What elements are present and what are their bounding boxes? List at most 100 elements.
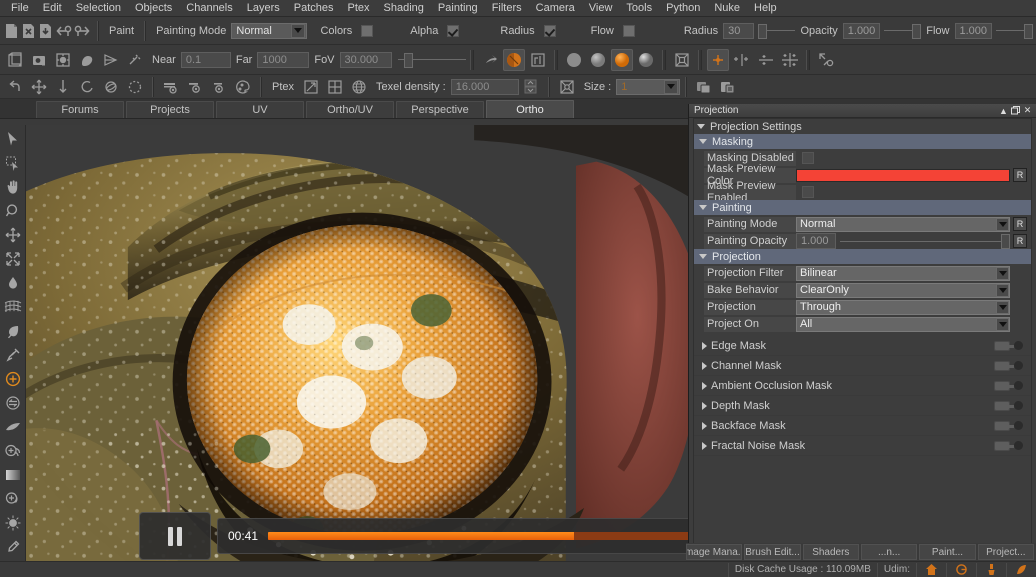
painting-mode-select[interactable]: Normal (231, 22, 308, 39)
mask-indicator-dot[interactable] (1014, 341, 1023, 350)
opacity-slider[interactable] (884, 23, 922, 39)
texel-density-input[interactable]: 16.000 (450, 78, 519, 95)
target-ptex-icon[interactable] (556, 76, 578, 98)
shading-solid-icon[interactable] (76, 49, 98, 71)
menu-item-painting[interactable]: Painting (431, 0, 485, 17)
marquee-select-icon[interactable] (1, 151, 25, 175)
sphere-shaded-icon[interactable] (635, 49, 657, 71)
snap-icon[interactable] (815, 49, 837, 71)
flat-plane-icon[interactable] (1, 415, 25, 439)
mask-toggle[interactable] (994, 380, 1014, 391)
fov-input[interactable]: 30.000 (339, 51, 392, 68)
eye-solo-icon[interactable] (208, 76, 230, 98)
bottom-tab-1[interactable]: Brush Edit... (744, 544, 801, 560)
export-icon[interactable] (74, 20, 91, 42)
projection-target-icon[interactable] (1, 367, 25, 391)
mask-indicator-dot[interactable] (1014, 421, 1023, 430)
drop-down-icon[interactable] (52, 76, 74, 98)
caret-right-icon[interactable] (702, 341, 707, 350)
lighting-icon[interactable] (124, 49, 146, 71)
blur-circle-icon[interactable] (1, 391, 25, 415)
near-input[interactable]: 0.1 (180, 51, 231, 68)
save-file-icon[interactable] (38, 20, 53, 42)
reset-button[interactable]: R (1013, 217, 1027, 231)
menu-item-objects[interactable]: Objects (128, 0, 179, 17)
colors-checkbox[interactable] (361, 24, 374, 37)
paint-orange-icon[interactable] (1006, 562, 1036, 577)
globe-icon[interactable] (348, 76, 370, 98)
eyedropper-icon[interactable] (1, 535, 25, 559)
tab-ortho-uv[interactable]: Ortho/UV (306, 101, 394, 118)
eye-hide-icon[interactable] (160, 76, 182, 98)
new-file-icon[interactable] (4, 20, 19, 42)
drip-smudge-icon[interactable] (1, 271, 25, 295)
orbit-icon[interactable] (100, 76, 122, 98)
caret-right-icon[interactable] (702, 441, 707, 450)
palette-icon[interactable] (232, 76, 254, 98)
caret-right-icon[interactable] (702, 381, 707, 390)
sphere-light-icon[interactable] (587, 49, 609, 71)
add-circle-icon[interactable] (1, 487, 25, 511)
bottom-tab-2[interactable]: Shaders (802, 544, 859, 560)
float-icon[interactable] (1010, 105, 1021, 116)
mask-row-depth-mask[interactable]: Depth Mask (694, 396, 1031, 416)
move-icon[interactable] (28, 76, 50, 98)
box-icon[interactable] (4, 49, 26, 71)
bottom-tab-5[interactable]: Project... (977, 544, 1034, 560)
grid-target-icon[interactable] (671, 49, 693, 71)
radius-slider[interactable] (757, 23, 796, 39)
cursor-select-icon[interactable] (479, 49, 501, 71)
bottom-tab-0[interactable]: Image Mana... (686, 544, 743, 560)
caret-right-icon[interactable] (702, 401, 707, 410)
stepper-icon[interactable] (520, 76, 542, 98)
symmetry-xy-icon[interactable] (779, 49, 801, 71)
camera-icon[interactable] (28, 49, 50, 71)
menu-item-ptex[interactable]: Ptex (341, 0, 377, 17)
mask-indicator-dot[interactable] (1014, 401, 1023, 410)
sphere-grey-icon[interactable] (563, 49, 585, 71)
slider-track[interactable] (840, 233, 1010, 249)
mask-indicator-dot[interactable] (1014, 441, 1023, 450)
clone-stamp-icon[interactable] (1, 439, 25, 463)
group-header-painting[interactable]: Painting (694, 200, 1031, 215)
leaf-clone-icon[interactable] (1, 319, 25, 343)
menu-item-file[interactable]: File (4, 0, 36, 17)
import-icon[interactable] (55, 20, 72, 42)
menu-item-filters[interactable]: Filters (485, 0, 529, 17)
symmetry-x-icon[interactable] (731, 49, 753, 71)
subdivide-ptex-icon[interactable] (324, 76, 346, 98)
menu-item-shading[interactable]: Shading (377, 0, 431, 17)
frame-selection-icon[interactable] (52, 49, 74, 71)
radius-checkbox[interactable] (543, 24, 556, 37)
select-projection-filter[interactable]: Bilinear (796, 265, 1010, 281)
color-swatch[interactable] (796, 168, 1010, 182)
noise-burst-icon[interactable] (1, 511, 25, 535)
menu-item-patches[interactable]: Patches (287, 0, 341, 17)
mask-row-backface-mask[interactable]: Backface Mask (694, 416, 1031, 436)
mask-toggle[interactable] (994, 400, 1014, 411)
move-arrows-icon[interactable] (1, 223, 25, 247)
rotate-icon[interactable] (76, 76, 98, 98)
select-projection[interactable]: Through (796, 299, 1010, 315)
copy-icon[interactable] (693, 76, 715, 98)
fov-slider[interactable] (397, 52, 466, 68)
radius-input[interactable]: 30 (723, 22, 754, 39)
close-file-icon[interactable] (21, 20, 36, 42)
menu-item-help[interactable]: Help (747, 0, 784, 17)
select-bake-behavior[interactable]: ClearOnly (796, 282, 1010, 298)
menu-item-view[interactable]: View (582, 0, 620, 17)
checkbox-mask-preview-enabled[interactable] (802, 186, 814, 198)
gradient-icon[interactable] (1, 463, 25, 487)
projection-settings-group[interactable]: Projection Settings (694, 119, 1031, 134)
tab-ortho[interactable]: Ortho (486, 100, 574, 118)
undo-icon[interactable] (4, 76, 26, 98)
layers-icon[interactable] (527, 49, 549, 71)
lasso-icon[interactable] (124, 76, 146, 98)
viewport-3d[interactable]: 00:41 01:13 (26, 125, 688, 561)
slider-value-input[interactable]: 1.000 (796, 233, 836, 249)
mask-row-edge-mask[interactable]: Edge Mask (694, 336, 1031, 356)
mask-row-fractal-noise-mask[interactable]: Fractal Noise Mask (694, 436, 1031, 456)
arrow-select-icon[interactable] (1, 127, 25, 151)
mask-toggle[interactable] (994, 360, 1014, 371)
zoom-magnifier-icon[interactable] (1, 199, 25, 223)
